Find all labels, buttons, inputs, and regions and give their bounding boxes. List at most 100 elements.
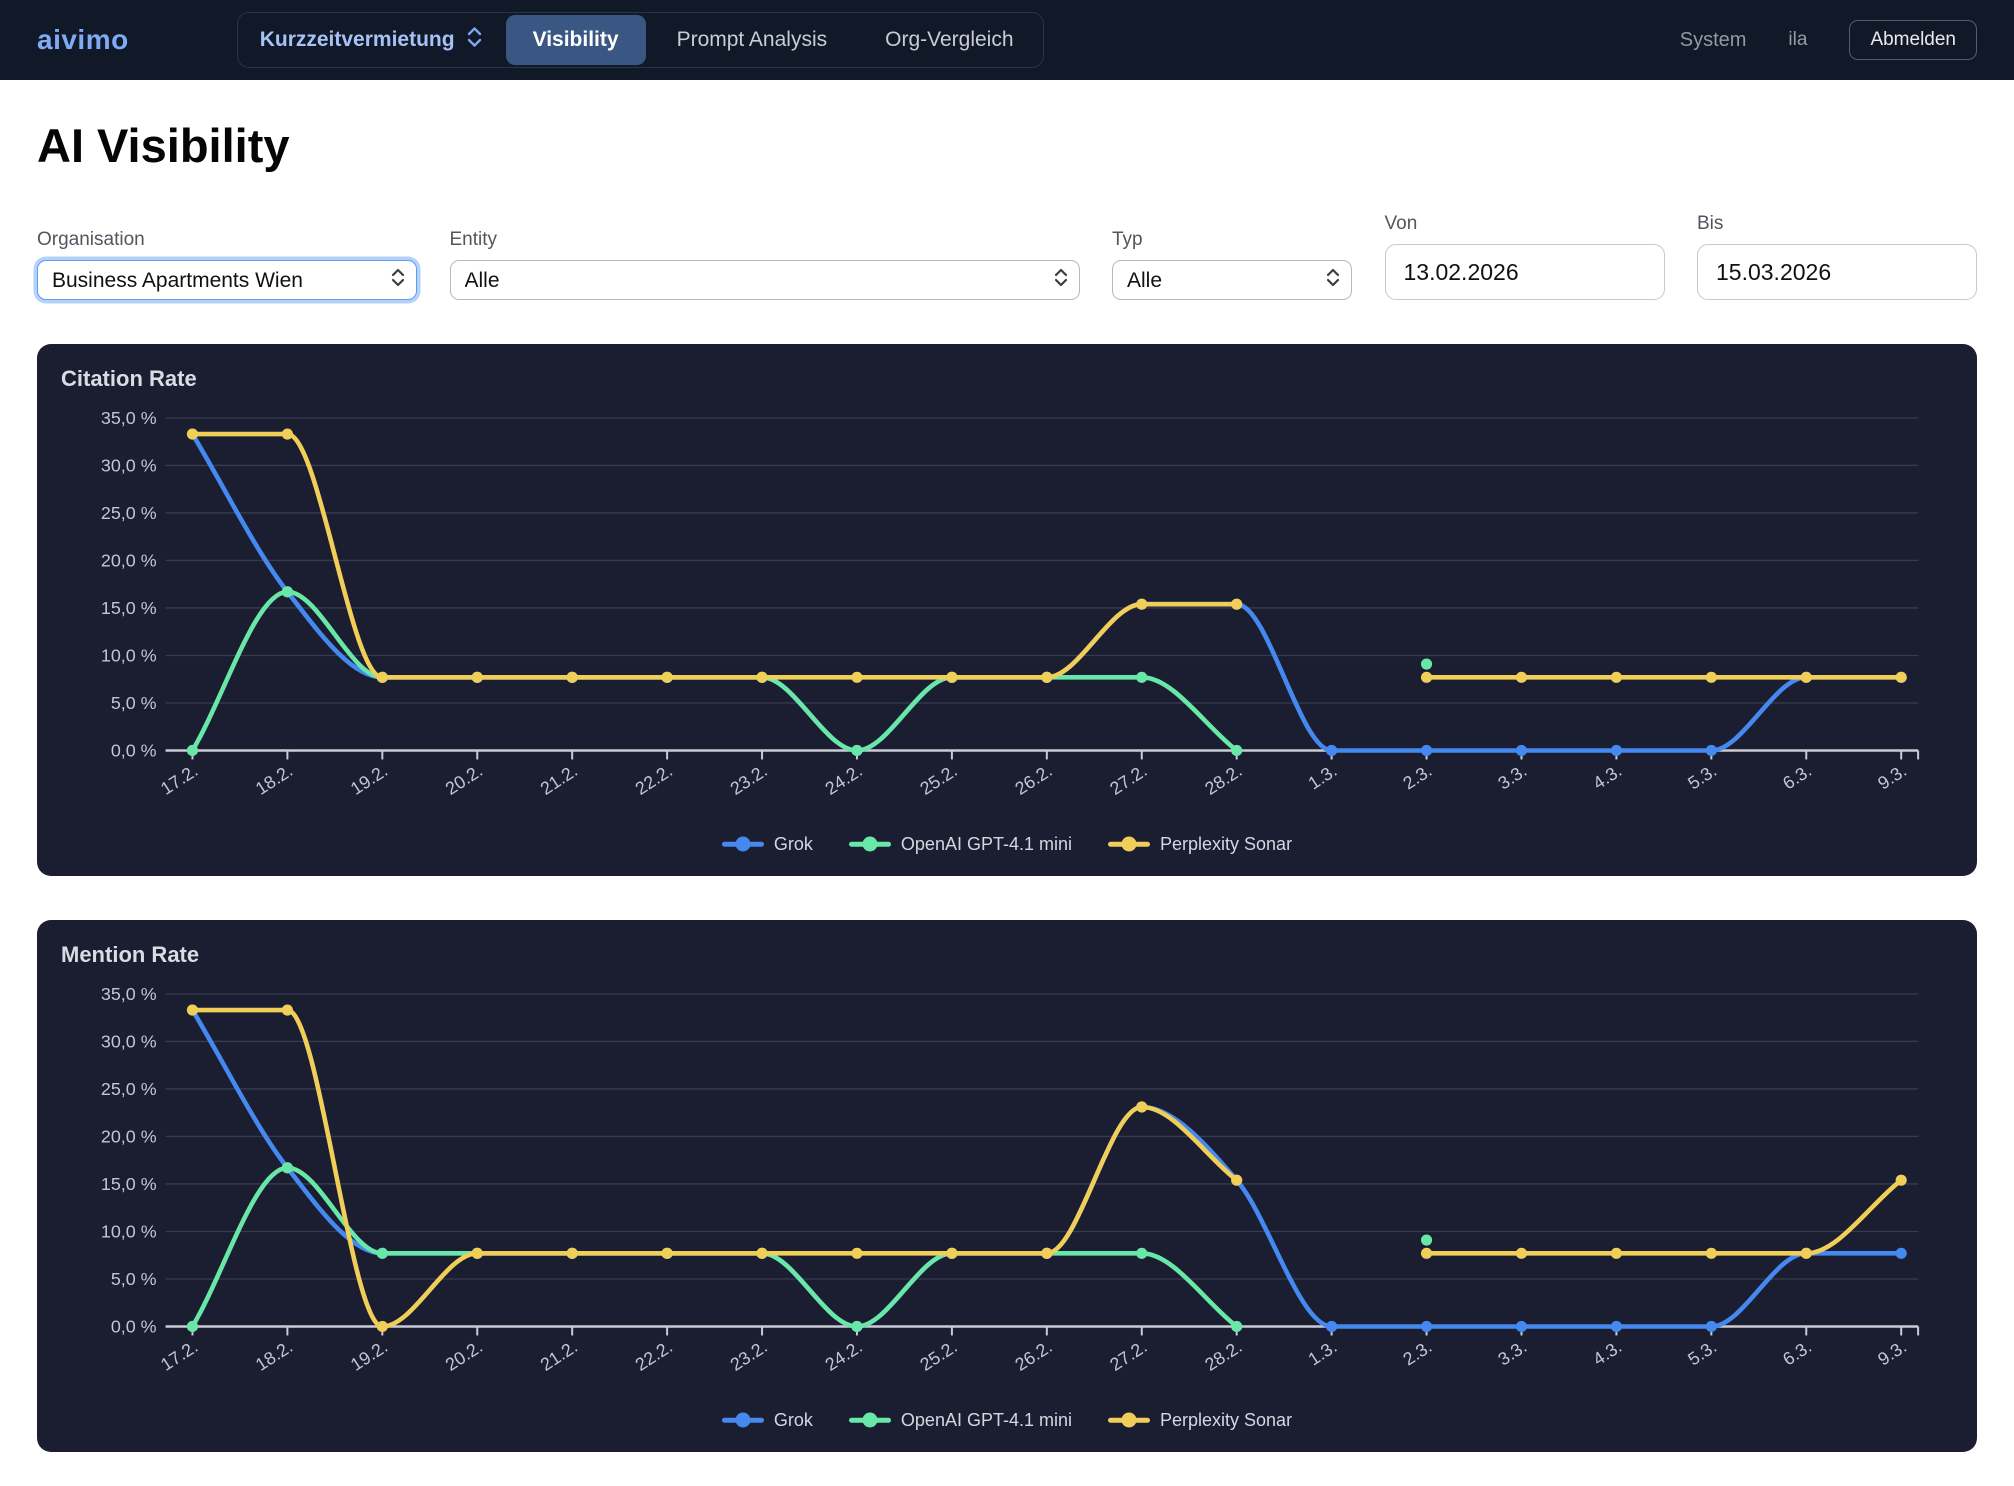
logout-button[interactable]: Abmelden xyxy=(1849,20,1977,60)
legend-line-dot-icon xyxy=(722,1413,764,1427)
svg-text:5,0 %: 5,0 % xyxy=(111,1269,157,1289)
tab-org-vergleich[interactable]: Org-Vergleich xyxy=(858,15,1040,65)
svg-text:25,0 %: 25,0 % xyxy=(101,503,157,523)
legend-label: OpenAI GPT-4.1 mini xyxy=(901,1410,1072,1431)
svg-text:4.3.: 4.3. xyxy=(1589,760,1625,793)
tab-prompt-analysis[interactable]: Prompt Analysis xyxy=(650,15,855,65)
svg-text:1.3.: 1.3. xyxy=(1305,760,1341,793)
svg-text:0,0 %: 0,0 % xyxy=(111,740,157,760)
organisation-field: Organisation Business Apartments Wien xyxy=(37,229,417,300)
citation-rate-chart: 0,0 % 5,0 % 10,0 % 15,0 % 20,0 % 25,0 % 30,0 %… xyxy=(61,396,1953,826)
svg-text:35,0 %: 35,0 % xyxy=(101,984,157,1004)
svg-text:24.2.: 24.2. xyxy=(822,1337,866,1375)
svg-text:19.2.: 19.2. xyxy=(347,760,391,798)
svg-text:1.3.: 1.3. xyxy=(1305,1337,1341,1370)
svg-text:35,0 %: 35,0 % xyxy=(101,408,157,428)
svg-text:20.2.: 20.2. xyxy=(442,760,486,798)
von-label: Von xyxy=(1385,213,1665,235)
mention-rate-chart: 0,0 %5,0 %10,0 %15,0 %20,0 %25,0 %30,0 %… xyxy=(61,972,1953,1402)
nav-link-system[interactable]: System xyxy=(1680,29,1747,52)
svg-text:23.2.: 23.2. xyxy=(727,1337,771,1375)
legend-item[interactable]: OpenAI GPT-4.1 mini xyxy=(849,834,1072,855)
bis-label: Bis xyxy=(1697,213,1977,235)
svg-text:6.3.: 6.3. xyxy=(1779,760,1815,793)
legend-item[interactable]: Grok xyxy=(722,1410,813,1431)
svg-text:5.3.: 5.3. xyxy=(1684,1337,1720,1370)
svg-text:10,0 %: 10,0 % xyxy=(101,645,157,665)
svg-text:4.3.: 4.3. xyxy=(1589,1337,1625,1370)
svg-text:26.2.: 26.2. xyxy=(1011,1337,1055,1375)
typ-label: Typ xyxy=(1112,229,1352,251)
svg-text:21.2.: 21.2. xyxy=(537,760,581,798)
svg-text:15,0 %: 15,0 % xyxy=(101,598,157,618)
legend-item[interactable]: Perplexity Sonar xyxy=(1108,834,1292,855)
tab-visibility[interactable]: Visibility xyxy=(506,15,646,65)
svg-text:0,0 %: 0,0 % xyxy=(111,1317,157,1337)
svg-text:2.3.: 2.3. xyxy=(1399,760,1435,793)
svg-text:22.2.: 22.2. xyxy=(632,1337,676,1375)
svg-text:6.3.: 6.3. xyxy=(1779,1337,1815,1370)
svg-text:3.3.: 3.3. xyxy=(1494,1337,1530,1370)
svg-text:21.2.: 21.2. xyxy=(537,1337,581,1375)
legend-item[interactable]: OpenAI GPT-4.1 mini xyxy=(849,1410,1072,1431)
svg-text:5.3.: 5.3. xyxy=(1684,760,1720,793)
legend-line-dot-icon xyxy=(1108,837,1150,851)
citation-rate-card: Citation Rate 0,0 % 5,0 % 10,0 % 15,0 % 20,0… xyxy=(37,344,1977,876)
svg-text:22.2.: 22.2. xyxy=(632,760,676,798)
svg-text:18.2.: 18.2. xyxy=(252,1337,296,1375)
svg-text:30,0 %: 30,0 % xyxy=(101,455,157,475)
entity-field: Entity Alle xyxy=(450,229,1080,300)
legend-label: Grok xyxy=(774,834,813,855)
svg-text:15,0 %: 15,0 % xyxy=(101,1174,157,1194)
nav-right: System ila Abmelden xyxy=(1680,20,1977,60)
svg-text:9.3.: 9.3. xyxy=(1874,1337,1910,1370)
top-navbar: aivimo Kurzzeitvermietung Visibility Pro… xyxy=(0,0,2014,80)
legend-line-dot-icon xyxy=(1108,1413,1150,1427)
typ-select[interactable]: Alle xyxy=(1112,260,1352,300)
entity-label: Entity xyxy=(450,229,1080,251)
svg-text:25.2.: 25.2. xyxy=(916,760,960,798)
legend-line-dot-icon xyxy=(849,837,891,851)
legend-item[interactable]: Perplexity Sonar xyxy=(1108,1410,1292,1431)
organisation-select[interactable]: Business Apartments Wien xyxy=(37,260,417,300)
svg-text:27.2.: 27.2. xyxy=(1106,760,1150,798)
svg-text:19.2.: 19.2. xyxy=(347,1337,391,1375)
svg-text:27.2.: 27.2. xyxy=(1106,1337,1150,1375)
org-switcher-dropdown[interactable]: Kurzzeitvermietung xyxy=(238,13,504,67)
svg-text:28.2.: 28.2. xyxy=(1201,760,1245,798)
von-field: Von xyxy=(1385,213,1665,300)
svg-text:20.2.: 20.2. xyxy=(442,1337,486,1375)
svg-text:5,0 %: 5,0 % xyxy=(111,693,157,713)
svg-text:20,0 %: 20,0 % xyxy=(101,550,157,570)
legend-item[interactable]: Grok xyxy=(722,834,813,855)
svg-text:18.2.: 18.2. xyxy=(252,760,296,798)
svg-text:28.2.: 28.2. xyxy=(1201,1337,1245,1375)
svg-text:17.2.: 17.2. xyxy=(157,1337,201,1375)
organisation-label: Organisation xyxy=(37,229,417,251)
svg-text:2.3.: 2.3. xyxy=(1399,1337,1435,1370)
svg-text:30,0 %: 30,0 % xyxy=(101,1032,157,1052)
von-date-input[interactable] xyxy=(1385,244,1665,300)
svg-text:3.3.: 3.3. xyxy=(1494,760,1530,793)
legend-label: Perplexity Sonar xyxy=(1160,1410,1292,1431)
legend-line-dot-icon xyxy=(849,1413,891,1427)
nav-tab-group: Kurzzeitvermietung Visibility Prompt Ana… xyxy=(237,12,1044,68)
legend-label: OpenAI GPT-4.1 mini xyxy=(901,834,1072,855)
typ-field: Typ Alle xyxy=(1112,229,1352,300)
svg-text:10,0 %: 10,0 % xyxy=(101,1222,157,1242)
entity-select[interactable]: Alle xyxy=(450,260,1080,300)
svg-text:24.2.: 24.2. xyxy=(822,760,866,798)
svg-text:26.2.: 26.2. xyxy=(1011,760,1055,798)
bis-date-input[interactable] xyxy=(1697,244,1977,300)
bis-field: Bis xyxy=(1697,213,1977,300)
mention-rate-legend: Grok OpenAI GPT-4.1 mini Perplexity Sonar xyxy=(61,1404,1953,1436)
org-switcher-label: Kurzzeitvermietung xyxy=(260,28,455,52)
svg-text:17.2.: 17.2. xyxy=(157,760,201,798)
citation-rate-title: Citation Rate xyxy=(61,366,1953,392)
page-title: AI Visibility xyxy=(37,118,1977,173)
chevron-up-down-icon xyxy=(467,26,482,54)
mention-rate-card: Mention Rate 0,0 %5,0 %10,0 %15,0 %20,0 … xyxy=(37,920,1977,1452)
mention-rate-title: Mention Rate xyxy=(61,942,1953,968)
legend-label: Perplexity Sonar xyxy=(1160,834,1292,855)
citation-rate-legend: Grok OpenAI GPT-4.1 mini Perplexity Sonar xyxy=(61,828,1953,860)
